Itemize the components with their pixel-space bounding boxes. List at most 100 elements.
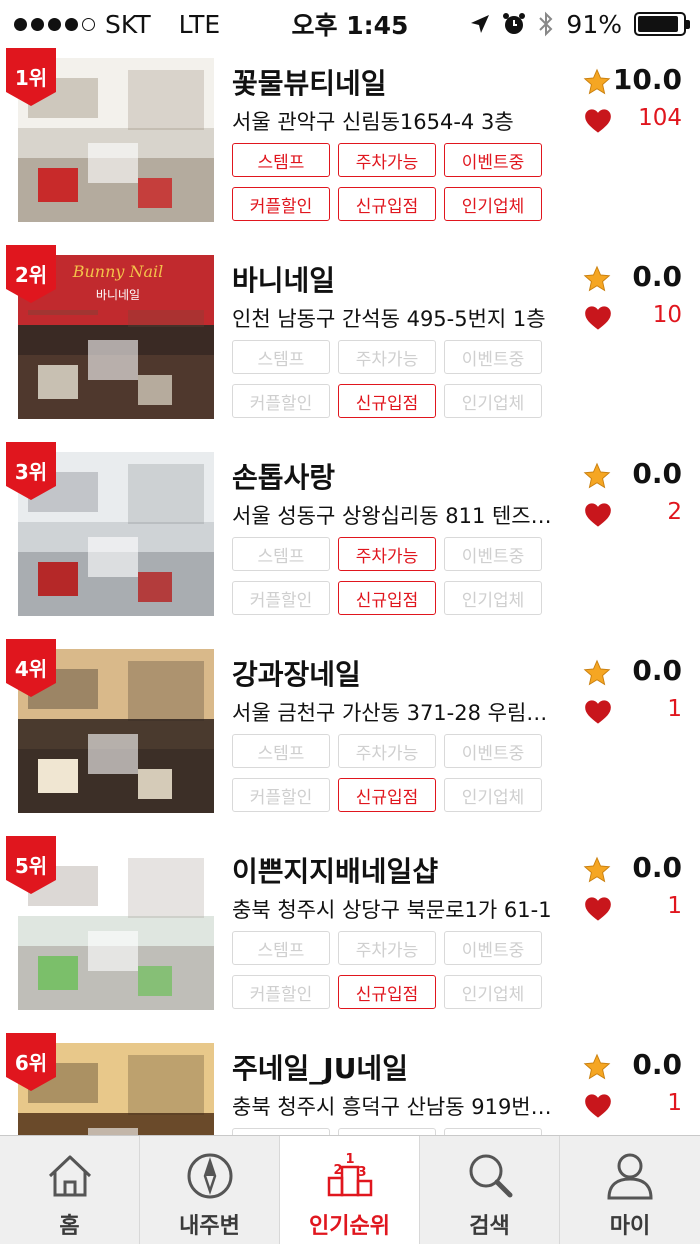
tab-label: 검색 [469, 1214, 510, 1239]
feature-tags: 스템프주차가능이벤트중커플할인신규입점인기업체 [232, 931, 552, 1009]
feature-tag: 이벤트중 [444, 537, 542, 571]
shop-name[interactable]: 손톱사랑 [232, 456, 335, 496]
shop-address: 서울 성동구 상왕십리동 811 텐즈힐 상가 [232, 504, 562, 528]
feature-tags: 스템프주차가능이벤트중커플할인신규입점인기업체 [232, 537, 552, 615]
heart-icon[interactable] [584, 305, 612, 331]
feature-tag: 이벤트중 [444, 734, 542, 768]
feature-tag: 신규입점 [338, 187, 436, 221]
thumb-sign-text: 바니네일 [96, 288, 140, 302]
feature-tag: 인기업체 [444, 778, 542, 812]
tab-label: 마이 [609, 1214, 651, 1239]
heart-icon[interactable] [584, 896, 612, 922]
shop-row[interactable]: 4위 강과장네일서울 금천구 가산동 371-28 우림라이온스밸리 0.0 1 스템프… [0, 639, 700, 836]
feature-tag: 이벤트중 [444, 931, 542, 965]
feature-tag: 커플할인 [232, 581, 330, 615]
person-icon [607, 1153, 653, 1200]
shop-row[interactable]: 3위 손톱사랑 서울 성동구 상왕십리동 811 텐즈힐 상가 0.0 2 스템프 주차가능… [0, 442, 700, 639]
rank-label: 1위 [14, 66, 48, 90]
feature-tags: 스템프주차가능이벤트중커플할인신규입점인기업체 [232, 340, 552, 418]
heart-icon[interactable] [584, 1093, 612, 1119]
feature-tag: 신규입점 [338, 975, 436, 1009]
tab-my[interactable]: 마이 [560, 1136, 700, 1244]
rank-badge: 5위 [6, 836, 56, 894]
feature-tag: 신규입점 [338, 581, 436, 615]
feature-tag: 주차가능 [338, 1128, 436, 1135]
like-count: 104 [638, 105, 682, 131]
tab-home[interactable]: 홈 [0, 1136, 140, 1244]
rating-score: 0.0 [632, 457, 682, 490]
shop-name[interactable]: 주네일_JU네일 [232, 1047, 408, 1087]
rank-label: 2위 [14, 263, 48, 287]
tab-search[interactable]: 검색 [420, 1136, 560, 1244]
shop-row[interactable]: Bunny Nail 바니네일 2위 바니네일 인천 남동구 간석동 495-5번지 1… [0, 245, 700, 442]
tab-nearby[interactable]: 내주변 [140, 1136, 280, 1244]
shop-row[interactable]: 6위 주네일_JU네일충북 청주시 흥덕구 산남동 919번지 1층 0.0 1 스템프… [0, 1033, 700, 1135]
shop-address: 서울 관악구 신림동1654-4 3층 [232, 110, 514, 134]
heart-icon[interactable] [584, 502, 612, 528]
carrier-label: SKT [105, 9, 151, 39]
rank-label: 5위 [14, 854, 48, 878]
rating-score: 0.0 [632, 654, 682, 687]
shop-address: 인천 남동구 간석동 495-5번지 1층 [232, 307, 546, 331]
feature-tags: 스템프주차가능이벤트중커플할인신규입점인기업체 [232, 143, 552, 221]
shop-name[interactable]: 꽃물뷰티네일 [232, 62, 387, 102]
star-icon [583, 659, 611, 686]
tab-label: 내주변 [179, 1214, 240, 1239]
compass-icon [187, 1153, 232, 1199]
shop-name[interactable]: 이쁜지지배네일샵 [232, 850, 438, 890]
feature-tag: 주차가능 [338, 734, 436, 768]
location-arrow-icon [471, 15, 490, 33]
heart-icon[interactable] [584, 699, 612, 725]
feature-tag: 이벤트중 [444, 340, 542, 374]
tab-ranking[interactable]: 1 2 3 인기순위 [280, 1136, 420, 1244]
ranking-podium-icon: 1 2 3 [327, 1152, 372, 1197]
thumb-sign-text: Bunny Nail [72, 262, 164, 281]
feature-tag: 커플할인 [232, 975, 330, 1009]
feature-tag: 스템프 [232, 734, 330, 768]
feature-tags: 스템프주차가능이벤트중커플할인신규입점인기업체 [232, 734, 552, 812]
star-icon [583, 68, 611, 95]
rank-badge: 1위 [6, 48, 56, 106]
rating-score: 0.0 [632, 260, 682, 293]
rank-badge: 2위 [6, 245, 56, 303]
status-bar: SKT LTE 오후 1:45 91% [0, 0, 700, 48]
rank-badge: 3위 [6, 442, 56, 500]
rank-badge: 4위 [6, 639, 56, 697]
shop-address: 충북 청주시 상당구 북문로1가 61-1 [232, 898, 552, 922]
star-icon [583, 265, 611, 292]
star-icon [583, 856, 611, 883]
tab-bar: 홈 내주변 1 2 3 인기순위 검색 마이 [0, 1135, 700, 1244]
battery-icon [634, 12, 690, 36]
rating-score: 0.0 [632, 851, 682, 884]
feature-tag: 인기업체 [444, 384, 542, 418]
rank-label: 6위 [14, 1051, 48, 1075]
shop-name[interactable]: 바니네일 [232, 259, 335, 299]
feature-tag: 인기업체 [444, 975, 542, 1009]
like-count: 1 [667, 893, 682, 919]
shop-row[interactable]: 5위 이쁜지지배네일샵 충북 청주시 상당구 북문로1가 61-1 0.0 1 스템프 주차… [0, 836, 700, 1033]
feature-tag: 신규입점 [338, 778, 436, 812]
star-icon [583, 1053, 611, 1080]
star-icon [583, 462, 611, 489]
ranking-list[interactable]: 1위 꽃물뷰티네일 서울 관악구 신림동1654-4 3층 10.0 104 스템프 주차가… [0, 48, 700, 1135]
like-count: 1 [667, 696, 682, 722]
home-icon [48, 1155, 91, 1197]
feature-tag: 커플할인 [232, 384, 330, 418]
feature-tag: 스템프 [232, 340, 330, 374]
feature-tag: 스템프 [232, 1128, 330, 1135]
podium-digit-first: 1 [345, 1152, 354, 1167]
feature-tag: 주차가능 [338, 537, 436, 571]
bluetooth-icon [539, 11, 553, 37]
tab-label: 인기순위 [309, 1214, 390, 1239]
heart-icon[interactable] [584, 108, 612, 134]
feature-tag: 주차가능 [338, 340, 436, 374]
like-count: 2 [667, 499, 682, 525]
feature-tag: 이벤트중 [444, 1128, 542, 1135]
like-count: 10 [652, 302, 682, 328]
feature-tag: 인기업체 [444, 187, 542, 221]
signal-strength-icon [14, 17, 95, 31]
shop-row[interactable]: 1위 꽃물뷰티네일 서울 관악구 신림동1654-4 3층 10.0 104 스템프 주차가… [0, 48, 700, 245]
rank-label: 4위 [14, 657, 48, 681]
shop-name[interactable]: 강과장네일 [232, 653, 361, 693]
rank-label: 3위 [14, 460, 48, 484]
